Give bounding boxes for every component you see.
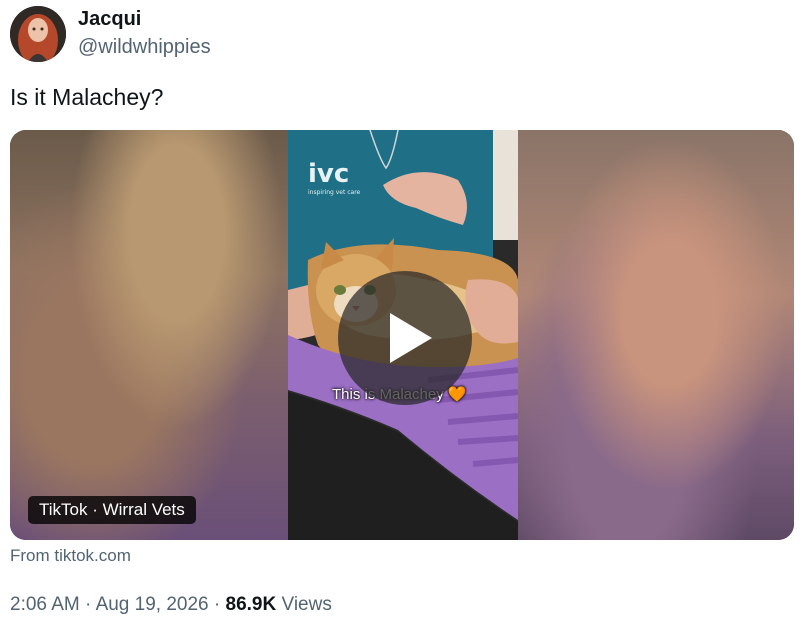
tweet-time[interactable]: 2:06 AM [10,594,80,615]
meta-separator: · [85,594,92,615]
media-source-badge: TikTok · Wirral Vets [28,496,196,524]
blurred-backdrop-right [518,130,794,540]
meta-separator: · [213,594,221,615]
video-player[interactable]: ivc inspiring vet care This i [10,130,794,540]
author-handle[interactable]: @wildwhippies [78,36,211,59]
views-label: Views [281,594,332,615]
blurred-backdrop-left [10,130,288,540]
avatar[interactable] [10,6,66,62]
play-icon [390,313,432,363]
views-count: 86.9K [225,594,277,615]
tweet-metadata: 2:06 AM · Aug 19, 2026 · 86.9K Views [10,594,332,616]
play-button[interactable] [338,271,472,405]
user-avatar-icon [10,6,66,62]
author-display-name[interactable]: Jacqui [78,8,141,31]
shirt-logo-text: ivc [308,159,349,189]
source-link[interactable]: From tiktok.com [10,546,131,566]
shirt-tagline-text: inspiring vet care [308,189,361,196]
tweet-text: Is it Malachey? [10,84,164,110]
tweet-date[interactable]: Aug 19, 2026 [96,594,209,615]
